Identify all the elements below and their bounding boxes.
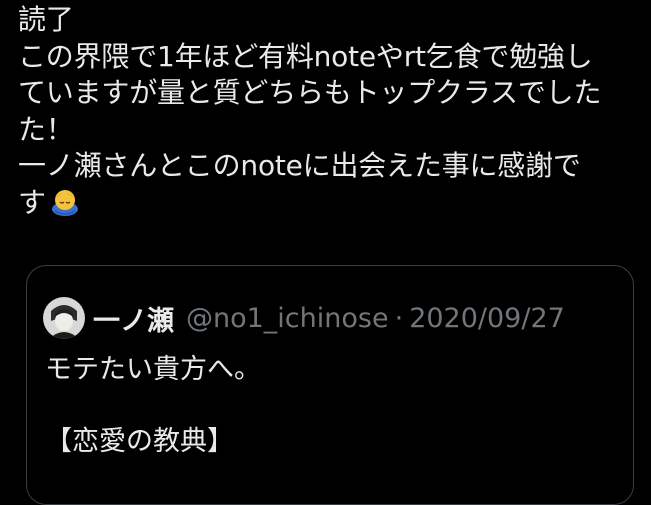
tweet-line: 読了 xyxy=(18,3,74,36)
tweet-line: た！ xyxy=(18,112,74,146)
meta-separator: · xyxy=(394,302,404,334)
quoted-tweet-line: モテたい貴方へ。 xyxy=(45,354,261,385)
avatar[interactable] xyxy=(43,297,85,339)
author-handle[interactable]: @no1_ichinose xyxy=(186,303,389,334)
quoted-tweet-card[interactable]: 一ノ瀬 @no1_ichinose · 2020/09/27 モテたい貴方へ。 … xyxy=(26,265,634,505)
bowing-person-icon xyxy=(51,189,78,216)
quoted-tweet-header: 一ノ瀬 @no1_ichinose · 2020/09/27 xyxy=(43,296,565,340)
avatar-icon xyxy=(43,297,85,339)
tweet-line-last: す xyxy=(18,185,643,222)
tweet-line: この界隈で1年ほど有料noteやrt乞食で勉強し xyxy=(18,39,593,73)
quoted-tweet-line: 【恋愛の教典】 xyxy=(45,426,234,457)
tweet-line: ていますが量と質どちらもトップクラスでした xyxy=(18,76,602,109)
tweet-date[interactable]: 2020/09/27 xyxy=(409,303,565,334)
quoted-tweet-blank-line xyxy=(45,388,261,424)
quoted-tweet-body: モテたい貴方へ。 【恋愛の教典】 xyxy=(45,352,261,460)
tweet-line-text: す xyxy=(18,185,46,219)
tweet-text: 読了 この界隈で1年ほど有料noteやrt乞食で勉強し ていますが量と質どちらも… xyxy=(18,2,643,221)
author-name[interactable]: 一ノ瀬 xyxy=(93,299,174,338)
tweet-line: 一ノ瀬さんとこのnoteに出会えた事に感謝で xyxy=(18,149,581,182)
